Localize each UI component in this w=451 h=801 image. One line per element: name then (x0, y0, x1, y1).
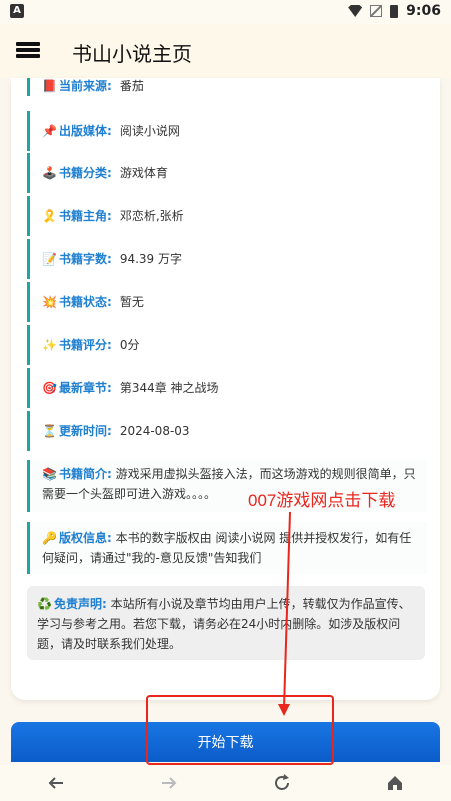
annotation-arrow-icon (278, 511, 291, 716)
refresh-icon[interactable] (270, 771, 294, 795)
home-icon[interactable] (383, 771, 407, 795)
back-icon[interactable] (44, 771, 68, 795)
forward-icon[interactable] (157, 771, 181, 795)
browser-nav-bar (0, 765, 451, 801)
